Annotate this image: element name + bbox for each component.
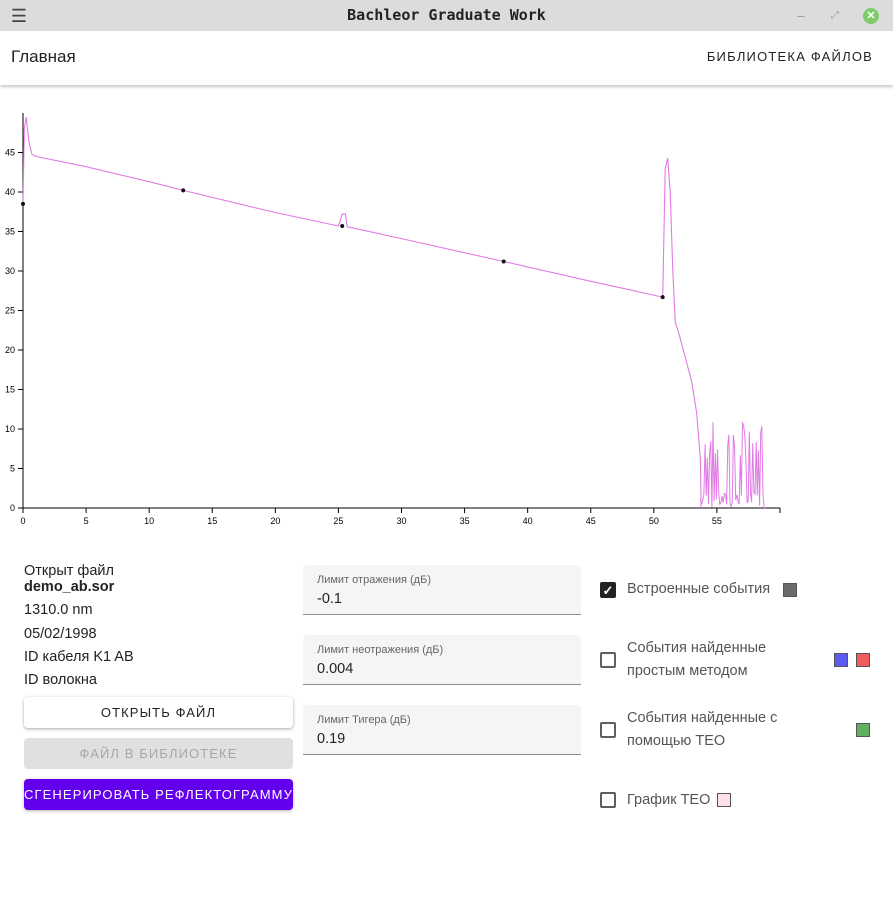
nonreflection-limit-label: Лимит неотражения (дБ) bbox=[317, 644, 444, 656]
builtin-events-checkbox[interactable]: ✓ bbox=[600, 582, 616, 598]
y-tick-label: 40 bbox=[5, 187, 15, 197]
title-bar: ☰ Bachleor Graduate Work – ⤢ ✕ bbox=[0, 0, 893, 32]
file-name: demo_ab.sor bbox=[24, 579, 115, 595]
teo-events-color bbox=[856, 723, 870, 737]
builtin-events-label: Встроенные события bbox=[627, 581, 771, 597]
teo-events-label: События найденные с помощью TEO bbox=[627, 710, 778, 749]
file-opened-label: Открыт файл bbox=[24, 563, 114, 579]
teo-graph-checkbox[interactable] bbox=[600, 792, 616, 808]
nonreflection-limit-value[interactable]: 0.004 bbox=[317, 661, 353, 677]
x-tick-label: 45 bbox=[586, 516, 596, 526]
cable-id: ID кабеля K1 AB bbox=[24, 649, 134, 665]
fiber-id: ID волокна bbox=[24, 672, 97, 688]
x-tick-label: 30 bbox=[396, 516, 406, 526]
file-date: 05/02/1998 bbox=[24, 626, 97, 642]
x-tick-label: 5 bbox=[84, 516, 89, 526]
x-tick-label: 0 bbox=[20, 516, 25, 526]
noise-trace bbox=[700, 422, 766, 509]
x-tick-label: 20 bbox=[270, 516, 280, 526]
close-icon[interactable]: ✕ bbox=[863, 8, 879, 24]
reflectogram-chart: 0 5 10 15 20 25 30 35 40 45 50 55 0 5 10 15 20 25 30 35 40 45 bbox=[5, 113, 781, 526]
simple-method-events-checkbox[interactable] bbox=[600, 652, 616, 668]
teager-limit-value[interactable]: 0.19 bbox=[317, 731, 345, 747]
generate-reflectogram-button[interactable]: СГЕНЕРИРОВАТЬ РЕФЛЕКТОГРАММУ bbox=[24, 779, 293, 810]
x-tick-label: 35 bbox=[460, 516, 470, 526]
x-tick-label: 55 bbox=[712, 516, 722, 526]
simple-method-events-label: События найденные простым методом bbox=[627, 640, 767, 679]
y-tick-label: 45 bbox=[5, 148, 15, 158]
nonreflection-limit-field[interactable]: Лимит неотражения (дБ) 0.004 bbox=[303, 635, 581, 685]
event-point bbox=[340, 223, 345, 228]
x-tick-label: 10 bbox=[144, 516, 154, 526]
teo-graph-color bbox=[717, 793, 731, 807]
teo-events-checkbox[interactable] bbox=[600, 722, 616, 738]
wavelength: 1310.0 nm bbox=[24, 602, 93, 618]
y-tick-label: 10 bbox=[5, 424, 15, 434]
home-tab[interactable]: Главная bbox=[11, 47, 76, 67]
y-tick-label: 30 bbox=[5, 266, 15, 276]
y-tick-label: 35 bbox=[5, 227, 15, 237]
app-bar: Главная БИБЛИОТЕКА ФАЙЛОВ bbox=[0, 31, 893, 85]
y-tick-label: 15 bbox=[5, 385, 15, 395]
x-tick-label: 50 bbox=[649, 516, 659, 526]
file-library-button[interactable]: БИБЛИОТЕКА ФАЙЛОВ bbox=[707, 49, 873, 64]
y-tick-label: 20 bbox=[5, 345, 15, 355]
x-tick-label: 25 bbox=[333, 516, 343, 526]
reflection-limit-label: Лимит отражения (дБ) bbox=[317, 574, 431, 586]
reflection-limit-value[interactable]: -0.1 bbox=[317, 591, 342, 607]
x-tick-label: 15 bbox=[207, 516, 217, 526]
y-tick-label: 5 bbox=[10, 464, 15, 474]
restore-icon[interactable]: ⤢ bbox=[827, 8, 843, 24]
reflection-limit-field[interactable]: Лимит отражения (дБ) -0.1 bbox=[303, 565, 581, 615]
window-title: Bachleor Graduate Work bbox=[347, 6, 546, 24]
teo-graph-label: График TEO bbox=[627, 792, 711, 808]
teager-limit-field[interactable]: Лимит Тигера (дБ) 0.19 bbox=[303, 705, 581, 755]
file-in-library-button: ФАЙЛ В БИБЛИОТЕКЕ bbox=[24, 738, 293, 769]
simple-method-color-2 bbox=[856, 653, 870, 667]
event-point bbox=[21, 201, 25, 206]
trace-line bbox=[22, 116, 702, 509]
x-tick-label: 40 bbox=[523, 516, 533, 526]
minimize-icon[interactable]: – bbox=[793, 8, 809, 24]
event-point bbox=[501, 259, 506, 264]
y-tick-label: 0 bbox=[10, 503, 15, 513]
event-point bbox=[660, 295, 665, 300]
y-tick-label: 25 bbox=[5, 306, 15, 316]
simple-method-color-1 bbox=[834, 653, 848, 667]
open-file-button[interactable]: ОТКРЫТЬ ФАЙЛ bbox=[24, 697, 293, 728]
builtin-events-color bbox=[783, 583, 797, 597]
event-point bbox=[181, 188, 186, 193]
teager-limit-label: Лимит Тигера (дБ) bbox=[317, 714, 411, 726]
